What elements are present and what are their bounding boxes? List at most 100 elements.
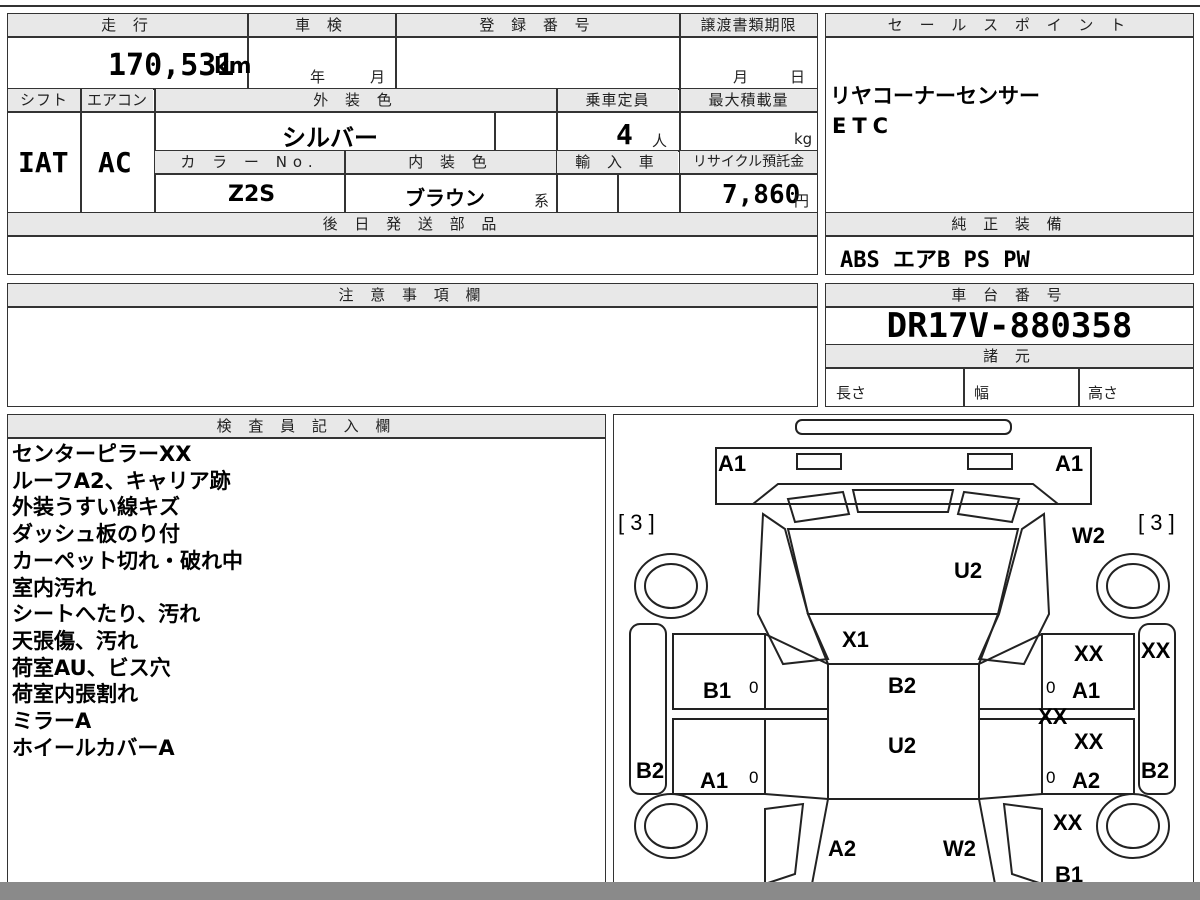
length-label: 長さ <box>836 384 867 402</box>
diag-x1-windshield: X1 <box>842 627 869 652</box>
genuine-equipment-header: 純 正 装 備 <box>826 213 1193 235</box>
fender-right-shape <box>977 512 1051 666</box>
diag-a1-right: A1 <box>1055 451 1084 476</box>
note-line: ルーフA2、キャリア跡 <box>12 468 231 493</box>
diag-w2-bottom: W2 <box>943 836 976 861</box>
left-sill-shape <box>673 708 828 720</box>
rear-quarter-left-shape <box>764 802 805 886</box>
sales-point-2: ETC <box>832 114 895 138</box>
diag-bracket-left: [ 3 ] <box>618 510 655 535</box>
car-diagram <box>629 419 1176 900</box>
chassis-value: DR17V-880358 <box>886 306 1133 346</box>
diag-a2-bottom: A2 <box>828 836 857 861</box>
registration-header: 登 録 番 号 <box>396 14 679 36</box>
note-line: ホイールカバーA <box>12 735 175 760</box>
note-line: 荷室AU、ビス穴 <box>12 655 171 680</box>
windshield-shape <box>806 613 1000 665</box>
roof-rear-shape <box>752 483 1059 505</box>
yen-unit: 円 <box>794 192 810 210</box>
shift-value: IAT <box>18 146 69 179</box>
diag-xx-right-3: XX <box>1074 729 1104 754</box>
note-line: センターピラーXX <box>12 442 192 466</box>
diag-xx-right-side: XX <box>1141 638 1171 663</box>
note-line: ミラーA <box>12 709 92 734</box>
diag-a1-left: A1 <box>718 451 747 476</box>
back-door-shape <box>715 447 1092 505</box>
inspection-header: 車 検 <box>248 14 395 36</box>
diag-u2-roof: U2 <box>888 733 917 758</box>
later-parts-header: 後 日 発 送 部 品 <box>8 213 817 235</box>
rear-bumper-shape <box>795 419 1012 435</box>
aircon-value: AC <box>98 146 132 179</box>
diag-xx-right-1: XX <box>1074 641 1104 666</box>
deadline-header: 譲渡書類期限 <box>680 14 817 36</box>
shift-header: シフト <box>8 89 80 111</box>
notes-header: 注 意 事 項 欄 <box>8 284 817 306</box>
mileage-header: 走 行 <box>8 14 247 36</box>
recycle-value: 7,860 <box>722 180 801 210</box>
aircon-header: エアコン <box>81 89 153 111</box>
diag-b1-left-door: B1 <box>703 678 732 703</box>
diag-a1-right-door: A1 <box>1072 678 1101 703</box>
exterior-color-header: 外 装 色 <box>155 89 556 111</box>
note-line: 室内汚れ <box>12 575 96 600</box>
fender-left-shape <box>756 512 830 666</box>
import-header: 輸 入 車 <box>557 151 678 173</box>
height-label: 高さ <box>1088 384 1119 402</box>
diag-xx-right-2: XX <box>1038 704 1068 729</box>
capacity-header: 乗車定員 <box>557 89 678 111</box>
mileage-unit: km <box>214 54 252 79</box>
diag-zero-4: 0 <box>1046 768 1056 787</box>
deadline-day: 日 <box>790 68 806 86</box>
sales-point-1: リヤコーナーセンサー <box>830 84 1040 108</box>
width-label: 幅 <box>974 384 990 402</box>
note-line: 外装うすい線キズ <box>12 495 180 520</box>
inspector-notes-list: センターピラーXX ルーフA2、キャリア跡 外装うすい線キズ ダッシュ板のり付 … <box>12 441 243 761</box>
color-no-header: カ ラ ー No. <box>155 151 344 173</box>
rear-glass-right-shape <box>956 490 1021 524</box>
right-pillar-shape <box>978 633 1043 800</box>
interior-color-header: 内 装 色 <box>345 151 556 173</box>
note-line: ダッシュ板のり付 <box>12 522 180 547</box>
diag-a2-right-rear: A2 <box>1072 768 1101 793</box>
rear-quarter-right-shape <box>1002 802 1043 886</box>
diag-zero-2: 0 <box>749 768 759 787</box>
diag-zero-3: 0 <box>1046 678 1056 697</box>
diag-u2-hood: U2 <box>954 558 983 583</box>
diag-bracket-right: [ 3 ] <box>1138 510 1175 535</box>
sales-point-header: セ ー ル ス ポ イ ン ト <box>826 14 1193 36</box>
deadline-month: 月 <box>733 68 749 86</box>
diag-b2-left-side: B2 <box>636 758 665 783</box>
rear-lamp-left-shape <box>796 453 842 470</box>
rear-lamp-right-shape <box>967 453 1013 470</box>
bottom-bar <box>0 882 1200 900</box>
note-line: 荷室内張割れ <box>12 682 138 707</box>
interior-suffix: 系 <box>534 192 550 210</box>
diag-xx-right-4: XX <box>1053 810 1083 835</box>
diag-w2-front: W2 <box>1072 523 1105 548</box>
diag-a1-left-rear: A1 <box>700 768 729 793</box>
note-line: カーペット切れ・破れ中 <box>12 548 243 573</box>
exterior-color-value: シルバー <box>282 124 378 152</box>
year-unit: 年 <box>310 68 326 86</box>
diag-b2-right-side: B2 <box>1141 758 1170 783</box>
recycle-header: リサイクル預託金 <box>680 151 817 173</box>
interior-color-value: ブラウン <box>405 186 485 210</box>
diag-zero-1: 0 <box>749 678 759 697</box>
capacity-value: 4 <box>616 118 633 151</box>
note-line: 天張傷、汚れ <box>12 628 138 653</box>
color-no-value: Z2S <box>228 182 276 207</box>
capacity-unit: 人 <box>652 132 668 150</box>
month-unit: 月 <box>370 68 386 86</box>
top-strip-line <box>0 5 1200 7</box>
max-load-header: 最大積載量 <box>680 89 817 111</box>
genuine-equipment-value: ABS エアB PS PW <box>840 248 1030 273</box>
max-load-unit: kg <box>794 130 813 148</box>
chassis-header: 車 台 番 号 <box>826 284 1193 306</box>
inspector-notes-header: 検 査 員 記 入 欄 <box>8 415 605 437</box>
left-pillar-shape <box>764 633 829 800</box>
hood-shape <box>786 528 1020 615</box>
note-line: シートへたり、汚れ <box>12 602 201 627</box>
specs-header: 諸 元 <box>826 345 1193 367</box>
rear-glass-left-shape <box>786 490 851 524</box>
